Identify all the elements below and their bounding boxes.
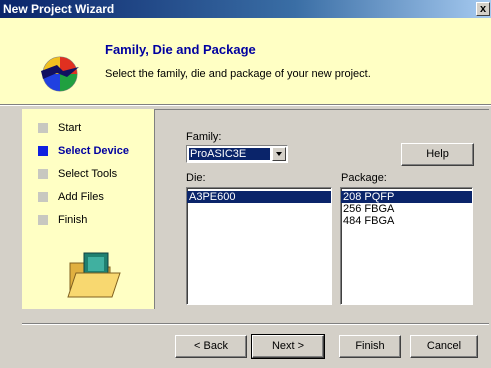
footer-divider <box>22 323 489 325</box>
cancel-button[interactable]: Cancel <box>410 335 478 358</box>
help-button[interactable]: Help <box>401 143 474 166</box>
step-label: Add Files <box>58 191 104 203</box>
family-label: Family: <box>186 131 222 143</box>
step-label: Start <box>58 122 82 134</box>
step-label: Finish <box>58 214 88 226</box>
package-list-item[interactable]: 484 FBGA <box>341 215 472 227</box>
header-title: Family, Die and Package <box>105 42 256 57</box>
next-button[interactable]: Next > <box>251 334 325 359</box>
steps-panel: Start Select Device Select Tools Add Fil… <box>22 109 154 309</box>
back-button[interactable]: < Back <box>175 335 247 358</box>
family-dropdown[interactable]: ProASIC3E <box>186 145 288 163</box>
wizard-window: New Project Wizard x Family, Die and Pac… <box>0 0 491 368</box>
die-list-item[interactable]: A3PE600 <box>187 191 331 203</box>
step-marker-icon <box>38 169 48 179</box>
title-bar: New Project Wizard x <box>0 0 491 18</box>
step-marker-icon <box>38 192 48 202</box>
step-label: Select Device <box>58 145 129 157</box>
package-label: Package: <box>341 172 387 184</box>
wizard-logo-icon <box>41 56 79 92</box>
chevron-down-icon[interactable] <box>272 147 286 161</box>
step-label: Select Tools <box>58 168 118 180</box>
window-title: New Project Wizard <box>3 2 115 16</box>
family-dropdown-value: ProASIC3E <box>189 148 270 160</box>
package-listbox[interactable]: 208 PQFP 256 FBGA 484 FBGA <box>340 187 473 305</box>
die-label: Die: <box>186 172 206 184</box>
step-marker-icon <box>38 215 48 225</box>
step-marker-icon <box>38 146 48 156</box>
wizard-header: Family, Die and Package Select the famil… <box>0 18 491 104</box>
finish-button[interactable]: Finish <box>339 335 401 358</box>
package-list-item[interactable]: 208 PQFP <box>341 191 472 203</box>
die-listbox[interactable]: A3PE600 <box>186 187 332 305</box>
open-folder-icon <box>67 252 121 298</box>
header-subtitle: Select the family, die and package of yo… <box>105 68 371 80</box>
step-marker-icon <box>38 123 48 133</box>
close-button[interactable]: x <box>476 2 490 16</box>
package-list-item[interactable]: 256 FBGA <box>341 203 472 215</box>
header-divider <box>0 104 491 106</box>
